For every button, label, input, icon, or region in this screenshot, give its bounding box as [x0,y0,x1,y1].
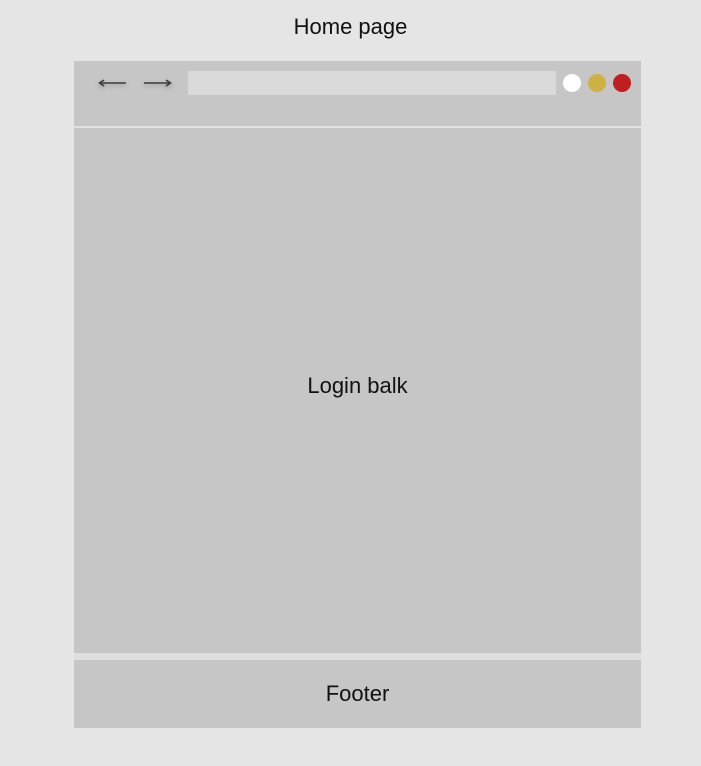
window-control-white[interactable] [563,74,581,92]
arrow-right-icon [144,79,172,87]
footer-divider [74,653,641,660]
arrow-left-icon [98,79,126,87]
footer: Footer [74,660,641,728]
window-control-red[interactable] [613,74,631,92]
browser-window: Login balk Footer [74,61,641,728]
window-control-yellow[interactable] [588,74,606,92]
address-bar-input[interactable] [188,71,556,95]
login-section-label: Login balk [307,372,408,398]
page-title: Home page [293,14,408,39]
login-section: Login balk [74,128,641,653]
browser-toolbar [74,61,641,126]
forward-button[interactable] [140,73,174,93]
back-button[interactable] [96,73,130,93]
footer-label: Footer [325,681,390,706]
